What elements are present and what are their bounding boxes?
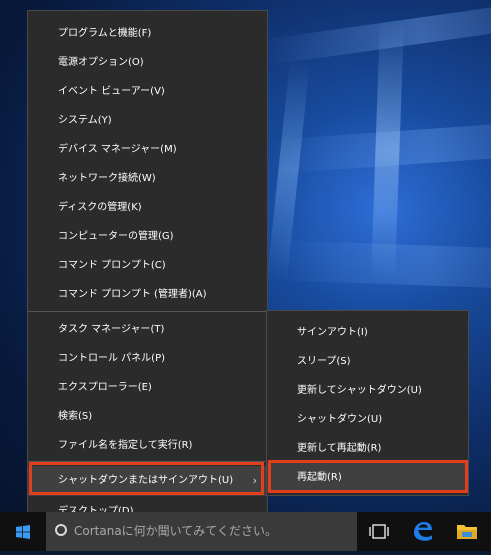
wallpaper-light-beam (370, 20, 404, 281)
task-view-button[interactable] (357, 512, 401, 551)
edge-browser-button[interactable] (401, 512, 445, 551)
menu-separator (28, 461, 267, 462)
submenu-item-shutdown[interactable]: シャットダウン(U) (267, 405, 468, 434)
shutdown-submenu: サインアウト(I) スリープ(S) 更新してシャットダウン(U) シャットダウン… (266, 310, 469, 496)
menu-item-file-explorer[interactable]: エクスプローラー(E) (28, 373, 267, 402)
cortana-search-box[interactable]: Cortanaに何か聞いてみてください。 (46, 512, 357, 551)
file-explorer-icon (457, 525, 477, 539)
taskbar: Cortanaに何か聞いてみてください。 (0, 512, 491, 551)
menu-separator (28, 311, 267, 312)
menu-item-network-connections[interactable]: ネットワーク接続(W) (28, 164, 267, 193)
submenu-item-sign-out[interactable]: サインアウト(I) (267, 318, 468, 347)
menu-item-task-manager[interactable]: タスク マネージャー(T) (28, 315, 267, 344)
windows-logo-icon (16, 525, 30, 539)
menu-item-power-options[interactable]: 電源オプション(O) (28, 48, 267, 77)
power-user-menu: プログラムと機能(F) 電源オプション(O) イベント ビューアー(V) システ… (27, 10, 268, 530)
submenu-item-sleep[interactable]: スリープ(S) (267, 347, 468, 376)
submenu-item-restart[interactable]: 再起動(R) (267, 463, 468, 492)
menu-item-disk-management[interactable]: ディスクの管理(K) (28, 193, 267, 222)
menu-item-command-prompt-admin[interactable]: コマンド プロンプト (管理者)(A) (28, 280, 267, 309)
menu-item-programs-and-features[interactable]: プログラムと機能(F) (28, 19, 267, 48)
menu-item-run[interactable]: ファイル名を指定して実行(R) (28, 431, 267, 460)
cortana-icon (55, 524, 67, 536)
task-view-icon (369, 524, 389, 539)
menu-item-control-panel[interactable]: コントロール パネル(P) (28, 344, 267, 373)
wallpaper-light-beam (260, 0, 491, 66)
submenu-item-update-and-restart[interactable]: 更新して再起動(R) (267, 434, 468, 463)
menu-item-command-prompt[interactable]: コマンド プロンプト(C) (28, 251, 267, 280)
chevron-right-icon: › (252, 474, 257, 487)
menu-item-shutdown-label: シャットダウンまたはサインアウト(U) (58, 475, 234, 486)
menu-item-event-viewer[interactable]: イベント ビューアー(V) (28, 77, 267, 106)
menu-item-device-manager[interactable]: デバイス マネージャー(M) (28, 135, 267, 164)
start-button[interactable] (0, 512, 46, 551)
menu-item-search[interactable]: 検索(S) (28, 402, 267, 431)
edge-icon (414, 522, 432, 541)
submenu-item-update-and-shutdown[interactable]: 更新してシャットダウン(U) (267, 376, 468, 405)
file-explorer-button[interactable] (445, 512, 489, 551)
menu-item-computer-management[interactable]: コンピューターの管理(G) (28, 222, 267, 251)
search-placeholder: Cortanaに何か聞いてみてください。 (74, 524, 277, 538)
menu-item-system[interactable]: システム(Y) (28, 106, 267, 135)
menu-item-shutdown-or-sign-out[interactable]: シャットダウンまたはサインアウト(U) › (28, 466, 267, 496)
